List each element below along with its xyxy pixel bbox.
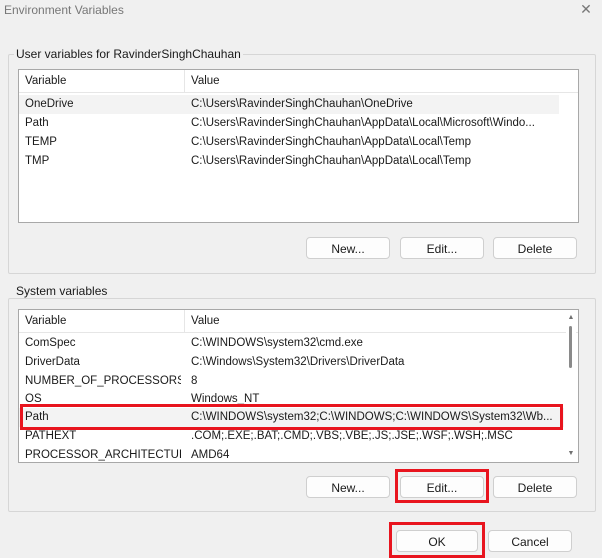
system-list-scrollbar[interactable]: ▲ ▼ xyxy=(566,310,576,460)
variable-name: PROCESSOR_ARCHITECTURE xyxy=(25,449,181,461)
cancel-button[interactable]: Cancel xyxy=(488,530,572,552)
user-variables-label: User variables for RavinderSinghChauhan xyxy=(14,47,243,61)
table-row[interactable]: OneDrive C:\Users\RavinderSinghChauhan\O… xyxy=(19,95,559,114)
scroll-down-icon[interactable]: ▼ xyxy=(567,450,575,458)
variable-value: C:\Windows\System32\Drivers\DriverData xyxy=(191,356,405,368)
variable-value: C:\Users\RavinderSinghChauhan\OneDrive xyxy=(191,98,413,110)
variable-value: C:\WINDOWS\system32\cmd.exe xyxy=(191,337,363,349)
scroll-thumb[interactable] xyxy=(569,326,572,368)
variable-value: AMD64 xyxy=(191,449,230,461)
table-row[interactable]: TMP C:\Users\RavinderSinghChauhan\AppDat… xyxy=(19,152,559,171)
column-header-variable[interactable]: Variable xyxy=(19,310,185,332)
variable-name: ComSpec xyxy=(25,337,76,349)
table-row[interactable]: Path C:\Users\RavinderSinghChauhan\AppDa… xyxy=(19,114,559,133)
variable-value: C:\Users\RavinderSinghChauhan\AppData\Lo… xyxy=(191,155,471,167)
system-new-button[interactable]: New... xyxy=(306,476,390,498)
variable-name: Path xyxy=(25,117,49,129)
table-row[interactable]: PATHEXT .COM;.EXE;.BAT;.CMD;.VBS;.VBE;.J… xyxy=(19,427,564,446)
variable-value: .COM;.EXE;.BAT;.CMD;.VBS;.VBE;.JS;.JSE;.… xyxy=(191,430,513,442)
variable-name: PATHEXT xyxy=(25,430,77,442)
variable-value: C:\Users\RavinderSinghChauhan\AppData\Lo… xyxy=(191,117,535,129)
variable-name: TMP xyxy=(25,155,50,167)
system-variables-list[interactable]: Variable Value ComSpec C:\WINDOWS\system… xyxy=(18,309,579,463)
table-row[interactable]: PROCESSOR_ARCHITECTURE AMD64 xyxy=(19,446,564,462)
user-list-header: Variable Value xyxy=(19,70,578,93)
column-header-variable[interactable]: Variable xyxy=(19,70,185,92)
user-variables-list[interactable]: Variable Value OneDrive C:\Users\Ravinde… xyxy=(18,69,579,223)
table-row[interactable]: ComSpec C:\WINDOWS\system32\cmd.exe xyxy=(19,334,564,353)
variable-value: C:\WINDOWS\system32;C:\WINDOWS;C:\WINDOW… xyxy=(191,411,553,423)
variable-value: C:\Users\RavinderSinghChauhan\AppData\Lo… xyxy=(191,136,471,148)
table-row[interactable]: NUMBER_OF_PROCESSORS 8 xyxy=(19,372,564,391)
close-icon[interactable]: ✕ xyxy=(578,1,594,17)
variable-value: Windows_NT xyxy=(191,393,260,405)
table-row[interactable]: TEMP C:\Users\RavinderSinghChauhan\AppDa… xyxy=(19,133,559,152)
variable-name: Path xyxy=(25,411,49,423)
table-row[interactable]: DriverData C:\Windows\System32\Drivers\D… xyxy=(19,353,564,372)
system-delete-button[interactable]: Delete xyxy=(493,476,577,498)
table-row-path-selected[interactable]: Path C:\WINDOWS\system32;C:\WINDOWS;C:\W… xyxy=(19,408,564,427)
column-header-value[interactable]: Value xyxy=(185,310,578,332)
user-delete-button[interactable]: Delete xyxy=(493,237,577,259)
scroll-up-icon[interactable]: ▲ xyxy=(567,314,575,322)
variable-name: TEMP xyxy=(25,136,57,148)
column-header-value[interactable]: Value xyxy=(185,70,578,92)
user-new-button[interactable]: New... xyxy=(306,237,390,259)
variable-name: DriverData xyxy=(25,356,80,368)
title-bar: Environment Variables ✕ xyxy=(0,0,602,22)
user-edit-button[interactable]: Edit... xyxy=(400,237,484,259)
window-title: Environment Variables xyxy=(4,3,124,17)
ok-button[interactable]: OK xyxy=(396,530,478,552)
table-row[interactable]: OS Windows_NT xyxy=(19,390,564,409)
system-variables-label: System variables xyxy=(14,284,110,298)
variable-name: OneDrive xyxy=(25,98,74,110)
variable-value: 8 xyxy=(191,375,198,387)
system-list-header: Variable Value xyxy=(19,310,578,333)
variable-name: NUMBER_OF_PROCESSORS xyxy=(25,375,181,387)
system-edit-button[interactable]: Edit... xyxy=(400,476,484,498)
variable-name: OS xyxy=(25,393,42,405)
